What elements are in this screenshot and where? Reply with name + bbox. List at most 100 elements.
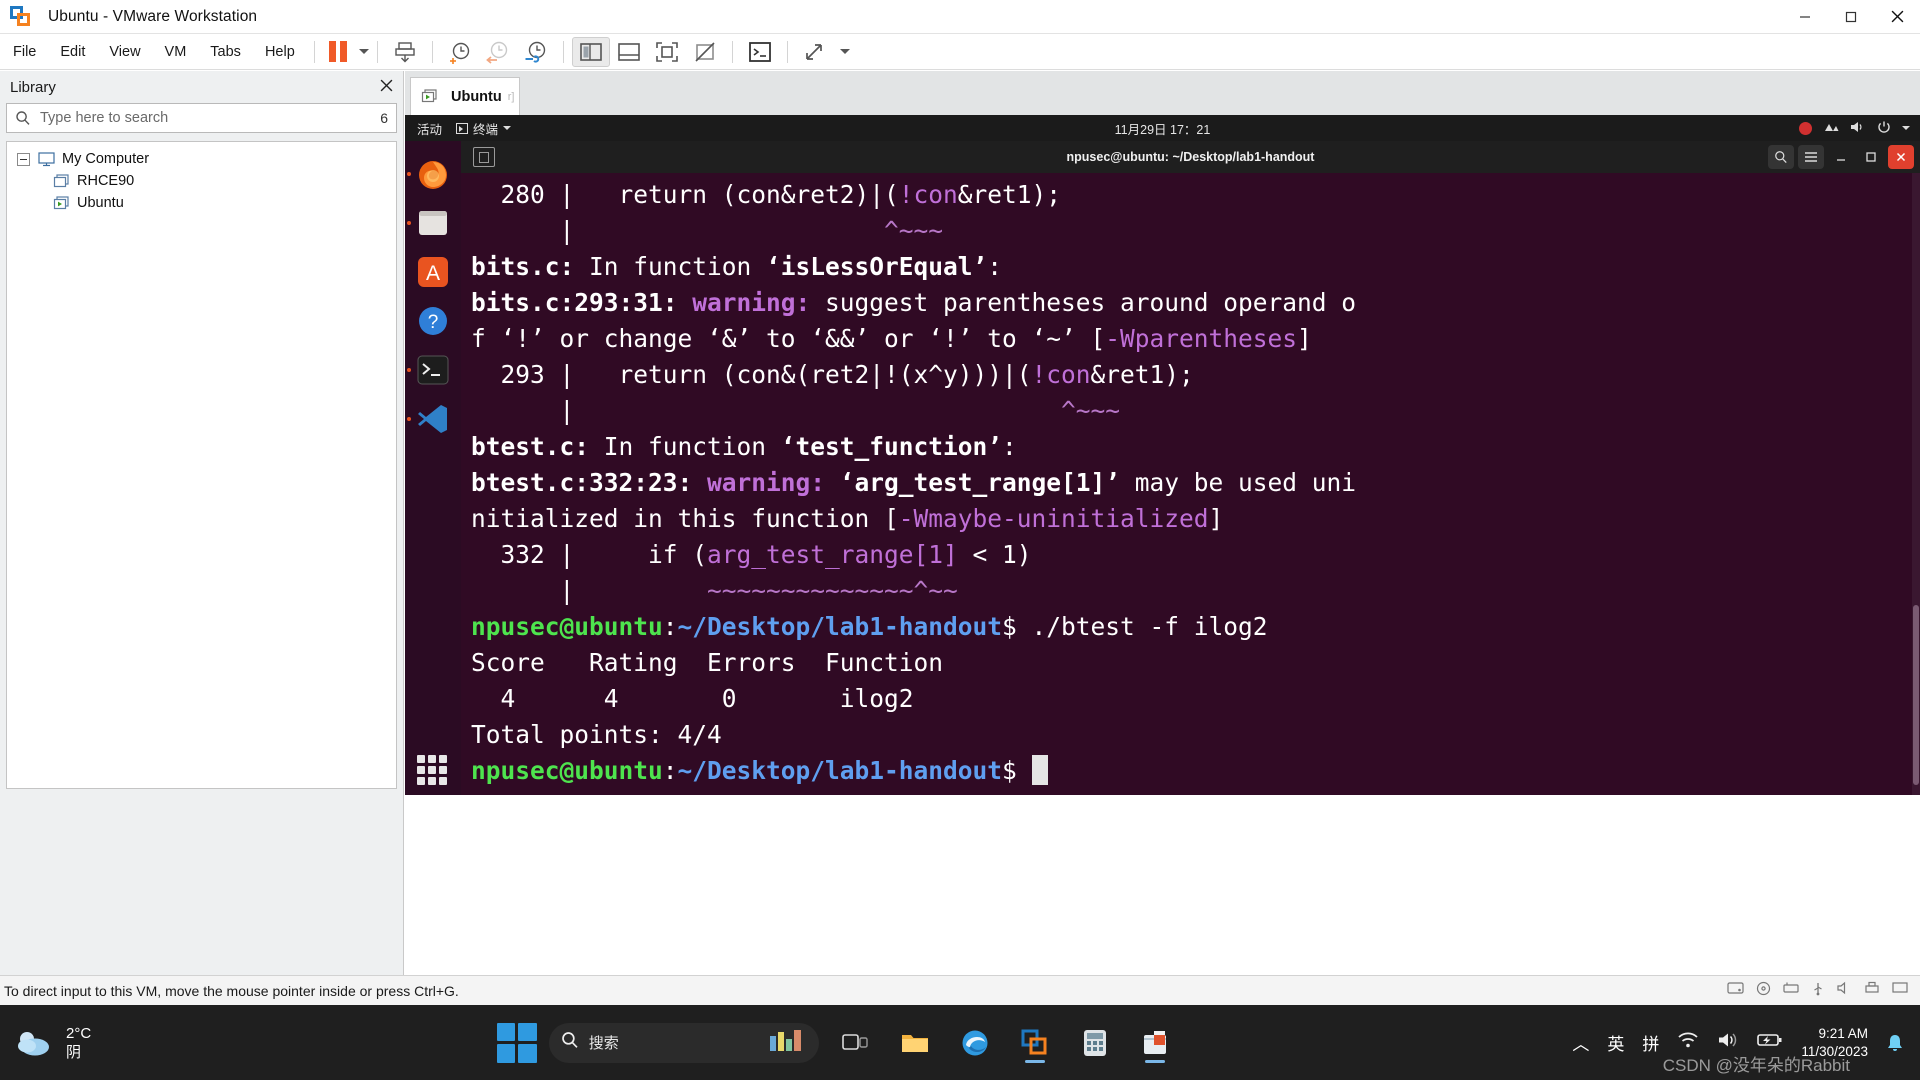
gnome-clock[interactable]: 11月29日 17：21 [405, 119, 1920, 138]
terminal-title-bar: npusec@ubuntu: ~/Desktop/lab1-handout [461, 141, 1920, 173]
tree-item-my-computer[interactable]: My Computer [7, 148, 396, 170]
taskbar-task-view[interactable] [831, 1021, 879, 1065]
menu-help[interactable]: Help [254, 40, 306, 64]
tab-ubuntu[interactable]: Ubuntu r] [410, 77, 520, 115]
terminal-text: : [1002, 432, 1017, 461]
menu-vm[interactable]: VM [154, 40, 198, 64]
taskbar-calculator[interactable] [1071, 1021, 1119, 1065]
terminal-scrollbar[interactable] [1912, 173, 1920, 795]
terminal-text: !con [898, 180, 958, 209]
terminal-line: 332 | if (arg_test_range[1] < 1) [471, 537, 1920, 573]
menu-file[interactable]: File [2, 40, 47, 64]
sound-card-icon[interactable] [1837, 981, 1852, 1000]
snapshot-manager-icon[interactable] [517, 37, 555, 67]
snapshot-revert-icon[interactable] [479, 37, 517, 67]
terminal-line: bits.c:293:31: warning: suggest parenthe… [471, 285, 1920, 321]
menu-tabs[interactable]: Tabs [199, 40, 252, 64]
full-screen-icon[interactable] [648, 37, 686, 67]
unity-mode-icon[interactable] [686, 37, 724, 67]
ime-mode-indicator[interactable]: 拼 [1642, 1030, 1659, 1055]
terminal-line: btest.c: In function ‘test_function’: [471, 429, 1920, 465]
chevron-up-icon[interactable]: ︿ [1572, 1030, 1589, 1055]
taskbar-store[interactable] [1131, 1021, 1179, 1065]
toolbar-divider [786, 40, 788, 63]
battery-charging-icon[interactable] [1757, 1032, 1783, 1053]
close-icon[interactable] [1888, 145, 1914, 169]
cd-dvd-icon[interactable] [1756, 981, 1771, 1001]
close-icon[interactable] [380, 79, 393, 96]
display-icon[interactable] [1892, 981, 1908, 1000]
taskbar-file-explorer[interactable] [891, 1021, 939, 1065]
search-icon [15, 110, 31, 126]
dock-item-firefox[interactable] [407, 152, 455, 196]
stretch-dropdown-caret-icon[interactable] [839, 49, 850, 54]
show-thumbnails-icon[interactable] [610, 37, 648, 67]
start-button-icon[interactable] [496, 1022, 537, 1063]
terminal-text: nitialized in this function [471, 504, 885, 533]
menu-edit[interactable]: Edit [49, 40, 96, 64]
maximize-icon[interactable] [1858, 145, 1884, 169]
snapshot-take-icon[interactable] [441, 37, 479, 67]
dock-item-vscode[interactable] [407, 397, 455, 441]
terminal-text: warning: [692, 468, 840, 497]
menu-view[interactable]: View [98, 40, 151, 64]
new-tab-icon[interactable] [473, 147, 495, 167]
terminal-icon [417, 355, 449, 385]
minimize-icon[interactable] [1782, 0, 1828, 34]
search-input[interactable]: Type here to search [40, 110, 168, 126]
minimize-icon[interactable] [1828, 145, 1854, 169]
terminal-text: | [471, 216, 885, 245]
console-view-icon[interactable] [741, 37, 779, 67]
close-icon[interactable] [1874, 0, 1920, 34]
tree-item-rhce90[interactable]: RHCE90 [7, 170, 396, 192]
terminal-output[interactable]: 280 | return (con&ret2)|(!con&ret1); | ^… [461, 173, 1920, 795]
vm-device-icons [1727, 981, 1920, 1001]
menu-bar: File Edit View VM Tabs Help [0, 34, 1920, 70]
search-icon[interactable] [1768, 145, 1794, 169]
terminal-text: 332 | if ( [471, 540, 708, 569]
ubuntu-software-icon: A [418, 257, 448, 287]
collapse-icon[interactable] [17, 152, 30, 166]
terminal-text: f ‘!’ or change ‘&’ to ‘&&’ or ‘!’ to ‘~… [471, 324, 1091, 353]
svg-text:?: ? [428, 312, 439, 333]
terminal-text: arg_test_range[1] [707, 540, 958, 569]
active-indicator [1024, 1059, 1045, 1063]
hard-disk-icon[interactable] [1727, 981, 1744, 1000]
pause-vm-icon[interactable] [323, 41, 353, 62]
running-indicator-icon [407, 417, 411, 421]
dock-item-files[interactable] [407, 201, 455, 245]
ime-language-indicator[interactable]: 英 [1607, 1030, 1624, 1055]
search-icon [561, 1031, 579, 1054]
search-input[interactable]: 搜索 [589, 1032, 619, 1053]
tree-item-ubuntu[interactable]: Ubuntu [7, 192, 396, 214]
windows-taskbar: 2°C 阴 搜索 ︿ 英 拼 9:21 AM 11/30/2023 CSDN @… [0, 1005, 1920, 1080]
printer-icon[interactable] [1864, 981, 1880, 1000]
stretch-mode-icon[interactable] [796, 37, 834, 67]
terminal-line: | ^~~~ [471, 213, 1920, 249]
show-applications-icon[interactable] [417, 755, 447, 785]
taskbar-edge[interactable] [951, 1021, 999, 1065]
dock-item-ubuntu-software[interactable]: A [411, 250, 455, 294]
bell-icon[interactable] [1886, 1033, 1904, 1053]
weather-widget-icon[interactable] [767, 1027, 807, 1058]
show-library-icon[interactable] [571, 36, 610, 67]
terminal-text: : [987, 252, 1003, 281]
guest-screen: 活动 终端 11月29日 17：21 A ? npusec@ubuntu: ~/… [405, 115, 1920, 795]
usb-icon[interactable] [1811, 981, 1825, 1001]
dock-item-help[interactable]: ? [411, 299, 455, 343]
taskbar-search[interactable]: 搜索 [548, 1022, 819, 1063]
terminal-text: !con [1031, 360, 1091, 389]
dock-item-terminal[interactable] [407, 348, 455, 392]
menu-icon[interactable] [1798, 145, 1824, 169]
gnome-top-bar: 活动 终端 11月29日 17：21 [405, 115, 1920, 141]
send-key-icon[interactable] [386, 37, 424, 67]
network-adapter-icon[interactable] [1783, 981, 1799, 1000]
library-search-box[interactable]: Type here to search 6 [6, 103, 397, 133]
terminal-cursor [1031, 755, 1048, 785]
dropdown-caret-icon[interactable] [358, 49, 369, 54]
weather-widget[interactable]: 2°C 阴 [0, 1024, 300, 1062]
terminal-line: bits.c: In function ‘isLessOrEqual’: [471, 249, 1920, 285]
terminal-text: -Wmaybe-uninitialized [898, 504, 1209, 533]
maximize-icon[interactable] [1828, 0, 1874, 34]
taskbar-vmware-workstation[interactable] [1011, 1021, 1059, 1065]
